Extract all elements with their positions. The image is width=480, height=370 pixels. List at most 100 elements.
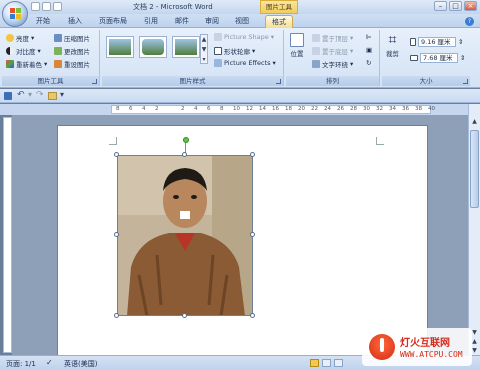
tab-format[interactable]: 格式 xyxy=(265,15,293,28)
styles-dialog-launcher[interactable] xyxy=(276,79,281,84)
handle-left[interactable] xyxy=(114,232,119,237)
undo-icon[interactable]: ↶ xyxy=(17,90,25,100)
close-button[interactable]: × xyxy=(464,1,477,11)
reset-picture-button[interactable]: 重设图片 xyxy=(54,59,90,69)
scroll-up-icon[interactable]: ▲ xyxy=(470,117,479,126)
group-arrange-label: 排列 xyxy=(286,76,379,86)
group-icon[interactable]: ▣ xyxy=(366,46,372,54)
style-thumb-1[interactable] xyxy=(106,36,134,58)
scroll-thumb[interactable] xyxy=(470,130,479,208)
tab-home[interactable]: 开始 xyxy=(36,16,50,26)
handle-right[interactable] xyxy=(250,232,255,237)
tab-page-layout[interactable]: 页面布局 xyxy=(99,16,127,26)
recolor-icon xyxy=(6,60,14,68)
tab-mailings[interactable]: 邮件 xyxy=(175,16,189,26)
send-back-button[interactable]: 置于底层 ▾ xyxy=(312,46,353,56)
position-icon xyxy=(290,33,304,47)
handle-top-right[interactable] xyxy=(250,152,255,157)
compress-button[interactable]: 压缩图片 xyxy=(54,33,90,43)
save-icon[interactable] xyxy=(31,2,40,11)
picture-effects-button[interactable]: Picture Effects ▾ xyxy=(214,59,276,67)
tab-references[interactable]: 引用 xyxy=(144,16,158,26)
width-value[interactable]: 7.68 厘米 xyxy=(420,53,458,63)
sun-icon xyxy=(6,34,14,42)
horizontal-ruler: 8 6 4 2 2 4 6 8 10 12 14 16 18 20 22 24 26 28 30 32 34 36 38 40 xyxy=(0,104,480,115)
width-icon xyxy=(410,55,418,61)
position-button[interactable]: 位置 xyxy=(290,33,304,58)
undo-dropdown-icon[interactable]: ▾ xyxy=(28,90,32,99)
ruler-tick: 32 xyxy=(376,106,383,112)
tab-insert[interactable]: 插入 xyxy=(68,16,82,26)
group-size-label: 大小 xyxy=(382,76,470,86)
full-screen-view-icon[interactable] xyxy=(322,359,331,367)
format-painter-icon[interactable] xyxy=(48,92,57,100)
bring-front-button[interactable]: 置于顶层 ▾ xyxy=(312,33,353,43)
adjust-dialog-launcher[interactable] xyxy=(92,79,97,84)
handle-bottom-left[interactable] xyxy=(114,313,119,318)
language-status[interactable]: 英语(美国) xyxy=(64,359,97,369)
page-counter[interactable]: 页面: 1/1 xyxy=(6,359,36,369)
picture-effects-label: Picture Effects xyxy=(224,59,271,67)
text-wrap-button[interactable]: 文字环绕 ▾ xyxy=(312,59,353,69)
picture-shape-button[interactable]: Picture Shape ▾ xyxy=(214,33,274,41)
effects-icon xyxy=(214,59,222,67)
margin-corner-tl xyxy=(109,137,117,145)
size-dialog-launcher[interactable] xyxy=(463,79,468,84)
picture-border-label: 形状轮廓 xyxy=(224,48,250,56)
ruler-tick: 34 xyxy=(389,106,396,112)
ribbon: 亮度 ▾ 对比度 ▾ 重新着色 ▾ 压缩图片 更改图片 重设图片 图片工具 ▲ … xyxy=(0,28,480,88)
selection-frame xyxy=(117,155,253,316)
window-controls: – □ × xyxy=(434,1,477,11)
ruler-tick: 36 xyxy=(402,106,409,112)
recolor-button[interactable]: 重新着色 ▾ xyxy=(6,59,47,69)
style-thumb-3[interactable] xyxy=(172,36,200,58)
ruler-tick: 10 xyxy=(233,106,240,112)
undo-icon[interactable] xyxy=(42,2,51,11)
change-picture-label: 更改图片 xyxy=(64,48,90,56)
ruler-tick: 8 xyxy=(116,106,120,112)
print-layout-view-icon[interactable] xyxy=(310,359,319,367)
align-icon[interactable]: ⊫ xyxy=(366,33,372,41)
maximize-button[interactable]: □ xyxy=(449,1,462,11)
picture-tools-context-header: 图片工具 xyxy=(260,0,298,14)
picture-shape-label: Picture Shape xyxy=(224,33,269,41)
ruler-tick: 24 xyxy=(324,106,331,112)
height-value[interactable]: 9.16 厘米 xyxy=(418,37,456,47)
height-field[interactable]: 9.16 厘米 ⇕ xyxy=(410,37,463,47)
text-wrap-label: 文字环绕 xyxy=(322,61,348,69)
contrast-label: 对比度 xyxy=(16,48,36,56)
rotate-icon[interactable]: ↻ xyxy=(366,59,371,67)
change-picture-button[interactable]: 更改图片 xyxy=(54,46,90,56)
picture-border-button[interactable]: 形状轮廓 ▾ xyxy=(214,46,255,56)
proofing-icon[interactable]: ✓ xyxy=(46,358,53,367)
help-icon[interactable]: ? xyxy=(465,17,474,26)
ruler-scale: 8 6 4 2 2 4 6 8 10 12 14 16 18 20 22 24 26 28 30 32 34 36 38 40 xyxy=(111,105,435,114)
web-layout-view-icon[interactable] xyxy=(334,359,343,367)
brightness-button[interactable]: 亮度 ▾ xyxy=(6,33,34,43)
tab-review[interactable]: 审阅 xyxy=(205,16,219,26)
rotate-handle[interactable] xyxy=(183,137,189,143)
tab-view[interactable]: 视图 xyxy=(235,16,249,26)
width-field[interactable]: 7.68 厘米 ⇕ xyxy=(410,53,465,63)
redo-icon[interactable]: ↷ xyxy=(36,90,44,100)
style-thumb-2[interactable] xyxy=(139,36,167,58)
reset-picture-label: 重设图片 xyxy=(64,61,90,69)
ruler-tick: 2 xyxy=(155,106,159,112)
handle-top[interactable] xyxy=(182,152,187,157)
office-logo-icon xyxy=(10,8,21,20)
handle-top-left[interactable] xyxy=(114,152,119,157)
contrast-button[interactable]: 对比度 ▾ xyxy=(6,46,41,56)
compress-label: 压缩图片 xyxy=(64,35,90,43)
contrast-icon xyxy=(6,47,14,55)
office-button[interactable] xyxy=(2,1,28,27)
crop-button[interactable]: ⌗ 裁剪 xyxy=(386,33,399,58)
bring-front-label: 置于顶层 xyxy=(322,35,348,43)
redo-icon[interactable] xyxy=(53,2,62,11)
minimize-button[interactable]: – xyxy=(434,1,447,11)
vertical-scrollbar[interactable]: ▲ ▼ ▲ ▼ xyxy=(468,104,480,355)
style-gallery-scroll[interactable]: ▲ ▼ ▾ xyxy=(200,34,208,64)
handle-bottom[interactable] xyxy=(182,313,187,318)
customize-qat-icon[interactable]: ▾ xyxy=(60,90,64,99)
handle-bottom-right[interactable] xyxy=(250,313,255,318)
save-icon[interactable] xyxy=(4,92,12,100)
